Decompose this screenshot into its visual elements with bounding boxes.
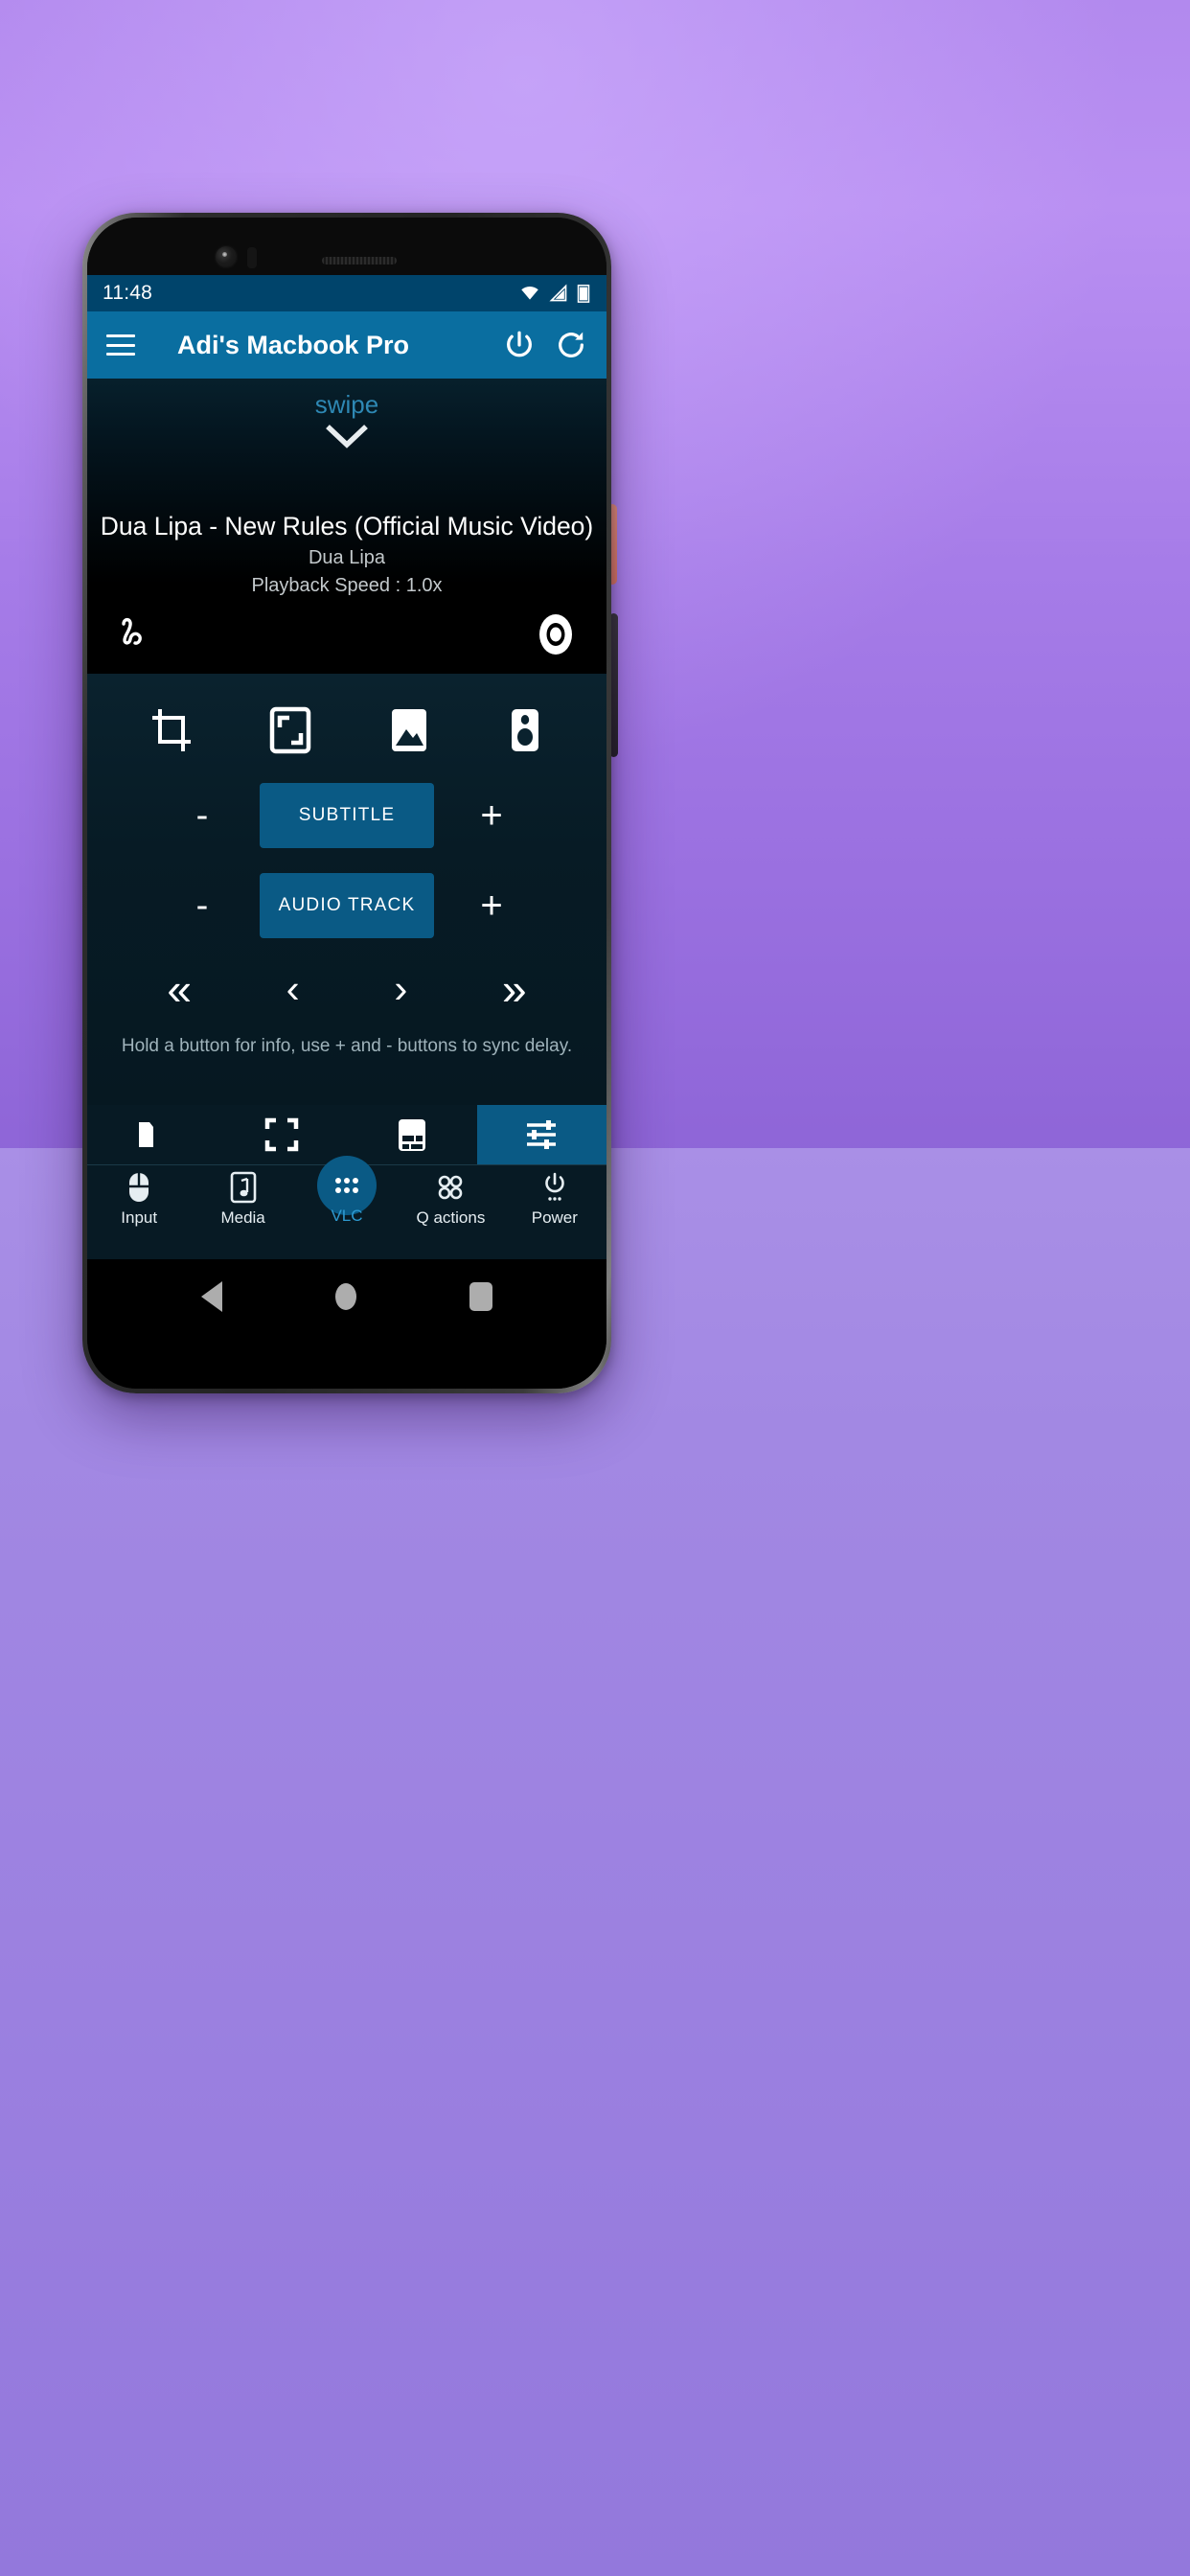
skip-forward-icon[interactable]: » [502, 967, 527, 1011]
subtitle-delay-row: - SUBTITLE + [87, 783, 606, 848]
subtitles-icon [398, 1119, 425, 1151]
image-icon[interactable] [387, 706, 431, 754]
proximity-sensor-icon [247, 247, 257, 268]
quick-icon-row [87, 689, 606, 758]
tab-fullscreen[interactable] [217, 1105, 348, 1164]
tab-browse[interactable] [87, 1105, 217, 1164]
nav-media[interactable]: Media [191, 1171, 294, 1228]
wifi-icon [521, 287, 538, 300]
phone-body: 11:48 Adi's Macbook Pro swipe Dua Lipa -… [87, 218, 606, 1389]
record-disc-icon[interactable] [534, 612, 578, 656]
swipe-handle[interactable]: swipe [87, 379, 606, 454]
mouse-icon [126, 1171, 152, 1204]
bottom-navigation: Input Media VLC Q actions Power [87, 1156, 606, 1259]
status-bar: 11:48 [87, 275, 606, 311]
status-bar-clock: 11:48 [103, 282, 152, 304]
front-camera-icon [216, 246, 237, 267]
equalizer-icon [527, 1120, 557, 1149]
page-title: Adi's Macbook Pro [177, 330, 409, 359]
refresh-icon[interactable] [555, 329, 587, 361]
four-dots-icon [436, 1171, 465, 1204]
tab-equalizer[interactable] [476, 1105, 606, 1164]
playback-nav-row: « ‹ › » [87, 967, 606, 1011]
music-note-icon [229, 1171, 258, 1204]
controls-panel: - SUBTITLE + - AUDIO TRACK + « ‹ › » Hol… [87, 674, 606, 1105]
nav-vlc[interactable]: VLC [295, 1156, 399, 1226]
fullscreen-icon [265, 1117, 299, 1152]
audio-track-delay-row: - AUDIO TRACK + [87, 873, 606, 938]
nav-vlc-label: VLC [331, 1207, 363, 1225]
gesture-squiggle-icon[interactable] [116, 612, 158, 653]
hint-text: Hold a button for info, use + and - butt… [121, 1036, 573, 1056]
audio-track-plus-button[interactable]: + [467, 886, 516, 925]
audio-track-minus-button[interactable]: - [177, 887, 227, 924]
audio-track-button[interactable]: AUDIO TRACK [260, 873, 434, 938]
aspect-ratio-icon[interactable] [268, 706, 312, 754]
playback-speed-label: Playback Speed : 1.0x [251, 575, 443, 597]
signal-icon [549, 284, 567, 302]
subtitle-plus-button[interactable]: + [467, 796, 516, 835]
power-icon[interactable] [503, 329, 536, 361]
media-bottom-icon-row [87, 612, 606, 656]
media-title: Dua Lipa - New Rules (Official Music Vid… [100, 512, 594, 540]
subtitle-button[interactable]: SUBTITLE [260, 783, 434, 848]
nav-power[interactable]: Power [503, 1171, 606, 1228]
skip-back-icon[interactable]: « [167, 967, 192, 1011]
subtitle-minus-button[interactable]: - [177, 797, 227, 834]
previous-icon[interactable]: ‹ [286, 969, 300, 1009]
battery-icon [577, 285, 590, 303]
earpiece-speaker-icon [322, 257, 397, 264]
nav-input[interactable]: Input [87, 1171, 191, 1228]
speaker-icon[interactable] [506, 706, 544, 754]
chevron-down-icon[interactable] [326, 425, 368, 454]
grid-dots-icon [332, 1169, 361, 1202]
nav-media-label: Media [220, 1208, 265, 1227]
media-info-region[interactable]: swipe Dua Lipa - New Rules (Official Mus… [87, 379, 606, 674]
hamburger-menu-icon[interactable] [106, 334, 135, 356]
folder-icon [138, 1122, 153, 1147]
phone-screen: 11:48 Adi's Macbook Pro swipe Dua Lipa -… [87, 275, 606, 1389]
nav-qactions[interactable]: Q actions [399, 1171, 502, 1228]
crop-icon[interactable] [149, 707, 194, 753]
media-text-block: Dua Lipa - New Rules (Official Music Vid… [87, 512, 606, 597]
power-icon [541, 1171, 568, 1204]
nav-power-label: Power [531, 1208, 578, 1227]
swipe-label: swipe [314, 390, 379, 419]
app-bar: Adi's Macbook Pro [87, 311, 606, 379]
tab-subtitles[interactable] [347, 1105, 477, 1164]
nav-input-label: Input [121, 1208, 158, 1227]
nav-qactions-label: Q actions [416, 1208, 486, 1227]
media-artist: Dua Lipa [308, 547, 386, 569]
recents-square-icon[interactable] [469, 1282, 492, 1311]
home-circle-icon[interactable] [335, 1283, 356, 1310]
status-bar-system-icons [518, 283, 591, 304]
android-navigation-bar [87, 1259, 606, 1334]
back-triangle-icon[interactable] [201, 1281, 222, 1312]
next-icon[interactable]: › [394, 969, 407, 1009]
phone-device: 11:48 Adi's Macbook Pro swipe Dua Lipa -… [82, 213, 611, 1393]
